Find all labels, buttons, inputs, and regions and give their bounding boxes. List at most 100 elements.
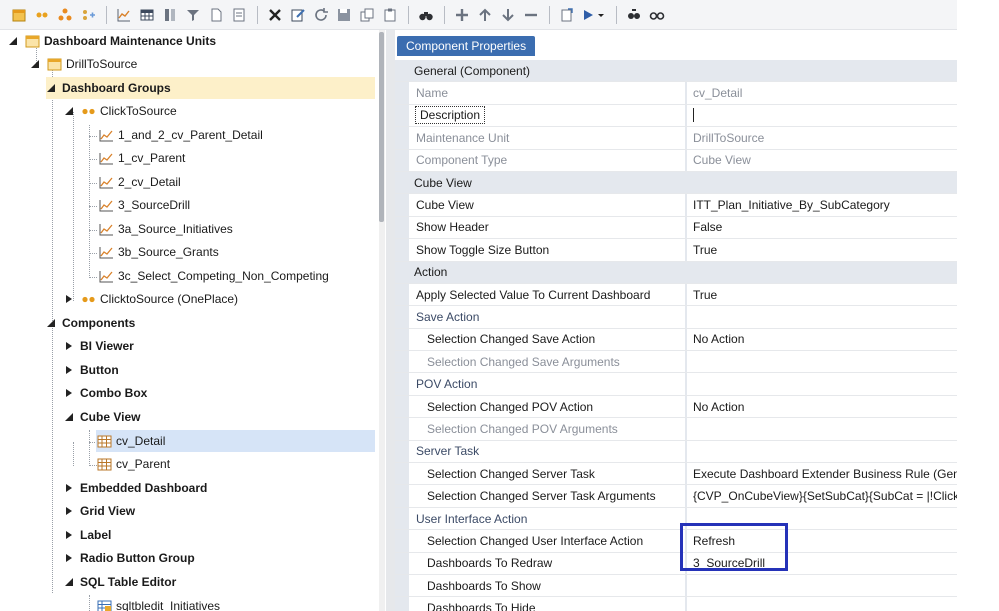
collapse-icon[interactable] xyxy=(64,412,74,422)
property-value[interactable] xyxy=(685,418,957,440)
move-down-icon[interactable] xyxy=(497,4,519,26)
category-action[interactable]: −Action xyxy=(395,261,957,284)
columns-icon[interactable] xyxy=(159,4,181,26)
expand-icon[interactable] xyxy=(64,388,74,398)
property-value[interactable] xyxy=(685,351,957,373)
export-icon[interactable] xyxy=(556,4,578,26)
expand-icon[interactable] xyxy=(64,483,74,493)
property-value[interactable] xyxy=(685,597,957,611)
property-row-cube-view[interactable]: Cube View ITT_Plan_Initiative_By_SubCate… xyxy=(395,194,957,217)
chart-icon[interactable] xyxy=(113,4,135,26)
property-row-show-toggle-size[interactable]: Show Toggle Size Button True xyxy=(395,239,957,262)
property-value[interactable]: {CVP_OnCubeView}{SetSubCat}{SubCat = |!C… xyxy=(685,485,957,507)
add-icon[interactable] xyxy=(451,4,473,26)
tree-node-grid-view[interactable]: Grid View xyxy=(64,500,135,522)
tree-node-maintenance-units[interactable]: Dashboard Maintenance Units xyxy=(8,30,216,52)
tree-node-dashboard[interactable]: 1_cv_Parent xyxy=(98,147,185,169)
tree-node-dashboard[interactable]: 1_and_2_cv_Parent_Detail xyxy=(98,124,263,146)
tree-node-sql-table-editor[interactable]: SQL Table Editor xyxy=(64,571,176,593)
tree-node-label-group[interactable]: Label xyxy=(64,524,111,546)
property-row-component-type[interactable]: Component Type Cube View xyxy=(395,149,957,172)
property-row-name[interactable]: Name cv_Detail xyxy=(395,82,957,105)
clipboard-icon[interactable] xyxy=(379,4,401,26)
hierarchy-icon[interactable] xyxy=(54,4,76,26)
tab-component-properties[interactable]: Component Properties xyxy=(397,36,536,56)
refresh-icon[interactable] xyxy=(310,4,332,26)
category-cube-view[interactable]: −Cube View xyxy=(395,171,957,195)
property-value[interactable]: True xyxy=(685,239,957,261)
property-row-description[interactable]: Description xyxy=(395,104,957,128)
filter-icon[interactable] xyxy=(182,4,204,26)
tree-node-dashboard[interactable]: 3b_Source_Grants xyxy=(98,241,219,263)
tree-node-bi-viewer[interactable]: BI Viewer xyxy=(64,335,134,357)
property-row-dashboards-to-show[interactable]: Dashboards To Show xyxy=(395,574,957,598)
delete-icon[interactable] xyxy=(264,4,286,26)
property-row-save-arguments[interactable]: Selection Changed Save Arguments xyxy=(395,351,957,374)
collapse-icon[interactable] xyxy=(46,318,56,328)
move-up-icon[interactable] xyxy=(474,4,496,26)
run-dropdown-icon[interactable] xyxy=(579,4,609,26)
property-row-dashboards-to-hide[interactable]: Dashboards To Hide xyxy=(395,597,957,611)
view-icon[interactable] xyxy=(646,4,668,26)
grid-icon[interactable] xyxy=(136,4,158,26)
description-input[interactable] xyxy=(685,104,957,127)
property-value[interactable]: 3_SourceDrill xyxy=(685,552,957,574)
save-icon[interactable] xyxy=(333,4,355,26)
tree-node-dashboard-groups[interactable]: Dashboard Groups xyxy=(46,77,375,99)
property-row-server-task[interactable]: Selection Changed Server Task Execute Da… xyxy=(395,463,957,486)
binoculars-icon[interactable] xyxy=(415,4,437,26)
collapse-icon[interactable] xyxy=(46,83,56,93)
property-value[interactable]: True xyxy=(685,283,957,306)
property-value[interactable]: No Action xyxy=(685,395,957,418)
tree-node-radio-button-group[interactable]: Radio Button Group xyxy=(64,547,195,569)
expand-icon[interactable] xyxy=(64,506,74,516)
tree-node-button[interactable]: Button xyxy=(64,359,119,381)
property-value[interactable]: No Action xyxy=(685,328,957,351)
collapse-icon[interactable] xyxy=(64,106,74,116)
property-row-show-header[interactable]: Show Header False xyxy=(395,216,957,240)
tree-node-clicktosource[interactable]: ClickToSource xyxy=(64,100,177,122)
property-row-server-task-arguments[interactable]: Selection Changed Server Task Arguments … xyxy=(395,485,957,508)
property-value[interactable]: Refresh xyxy=(685,530,957,552)
expand-icon[interactable] xyxy=(64,294,74,304)
tree-node-dashboard[interactable]: 3_SourceDrill xyxy=(98,194,190,216)
property-value[interactable]: ITT_Plan_Initiative_By_SubCategory xyxy=(685,194,957,216)
panel-splitter[interactable] xyxy=(386,30,395,611)
property-row-maintenance-unit[interactable]: Maintenance Unit DrillToSource xyxy=(395,127,957,150)
tree-node-combo-box[interactable]: Combo Box xyxy=(64,382,147,404)
tree-scrollbar[interactable] xyxy=(379,30,385,611)
property-value[interactable]: False xyxy=(685,216,957,239)
expand-icon[interactable] xyxy=(64,530,74,540)
tree-scrollbar-thumb[interactable] xyxy=(379,32,384,222)
edit-icon[interactable] xyxy=(287,4,309,26)
tree-node-embedded-dashboard[interactable]: Embedded Dashboard xyxy=(64,477,207,499)
copy-icon[interactable] xyxy=(356,4,378,26)
tree-node-sqltbledit[interactable]: sqltbledit_Initiatives xyxy=(96,595,220,611)
tree-node-cv-parent[interactable]: cv_Parent xyxy=(96,453,170,475)
tree-node-cv-detail[interactable]: cv_Detail xyxy=(96,430,375,452)
expand-icon[interactable] xyxy=(64,553,74,563)
property-row-pov-action[interactable]: Selection Changed POV Action No Action xyxy=(395,395,957,419)
tree-node-dashboard[interactable]: 3c_Select_Competing_Non_Competing xyxy=(98,265,329,287)
tree-node-dashboard[interactable]: 2_cv_Detail xyxy=(98,171,181,193)
tree-node-drilltosource[interactable]: DrillToSource xyxy=(30,53,137,75)
tree-node-dashboard[interactable]: 3a_Source_Initiatives xyxy=(98,218,233,240)
tree-node-clicktosource-oneplace[interactable]: ClicktoSource (OnePlace) xyxy=(64,288,238,310)
remove-icon[interactable] xyxy=(520,4,542,26)
document-icon[interactable] xyxy=(205,4,227,26)
collapse-icon[interactable] xyxy=(64,577,74,587)
tree-node-components[interactable]: Components xyxy=(46,312,135,334)
property-row-ui-action[interactable]: Selection Changed User Interface Action … xyxy=(395,530,957,553)
add-members-icon[interactable] xyxy=(77,4,99,26)
property-row-save-action[interactable]: Selection Changed Save Action No Action xyxy=(395,328,957,352)
search-members-icon[interactable] xyxy=(623,4,645,26)
category-general[interactable]: −General (Component) xyxy=(395,60,957,83)
property-row-dashboards-to-redraw[interactable]: Dashboards To Redraw 3_SourceDrill xyxy=(395,552,957,575)
page-icon[interactable] xyxy=(228,4,250,26)
property-row-pov-arguments[interactable]: Selection Changed POV Arguments xyxy=(395,418,957,441)
property-value[interactable] xyxy=(685,574,957,597)
collapse-icon[interactable] xyxy=(8,36,18,46)
new-group-icon[interactable] xyxy=(31,4,53,26)
expand-icon[interactable] xyxy=(64,365,74,375)
expand-icon[interactable] xyxy=(64,341,74,351)
